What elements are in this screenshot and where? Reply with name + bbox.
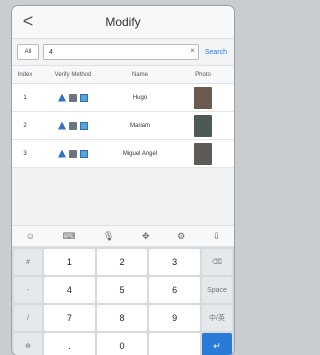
title-bar: < Modify: [12, 6, 234, 39]
backspace-key[interactable]: ⌫: [202, 249, 232, 275]
fingerprint-icon: [58, 149, 66, 158]
verify-methods: [38, 93, 108, 102]
table-header: Index Verify Method Name Photo: [12, 66, 234, 84]
device-screen: < Modify All 4 × Search Index Verify Met…: [12, 6, 234, 355]
key-5[interactable]: 5: [96, 277, 148, 303]
enter-key[interactable]: ↵: [202, 333, 232, 355]
key-period[interactable]: .: [44, 333, 95, 355]
page-title: Modify: [105, 15, 141, 29]
verify-methods: [38, 149, 108, 158]
key-1[interactable]: 1: [44, 249, 95, 275]
search-input-value: 4: [49, 48, 53, 56]
key-4[interactable]: 4: [44, 277, 95, 303]
key-3[interactable]: 3: [149, 249, 200, 275]
key-6[interactable]: 6: [149, 277, 200, 303]
language-toggle-key[interactable]: 中/英: [202, 305, 232, 331]
key-blank[interactable]: [149, 333, 200, 355]
space-key[interactable]: Space: [202, 277, 232, 303]
keyboard-toolbar: ☺ ⌨ 🎙 ✥ ⚙ ⇩: [12, 225, 234, 247]
fingerprint-icon: [58, 121, 66, 130]
search-row: All 4 × Search: [12, 39, 234, 66]
user-photo: [194, 114, 212, 137]
row-index: 2: [23, 122, 27, 129]
results-table: Index Verify Method Name Photo 1 Hugo 2 …: [12, 66, 234, 168]
globe-key[interactable]: ⊕: [14, 333, 42, 355]
keyboard-icon[interactable]: ⌨: [63, 231, 76, 242]
password-icon: [80, 149, 88, 158]
key-2[interactable]: 2: [96, 249, 148, 275]
key-9[interactable]: 9: [149, 305, 200, 331]
row-name: Mariam: [129, 122, 150, 129]
user-photo: [194, 142, 212, 165]
key-slash[interactable]: /: [14, 305, 42, 331]
emoji-icon[interactable]: ☺: [26, 231, 35, 241]
user-photo: [194, 86, 212, 109]
key-dash[interactable]: -: [14, 277, 42, 303]
table-row[interactable]: 2 Mariam: [12, 112, 234, 140]
column-verify-method: Verify Method: [54, 71, 92, 78]
key-8[interactable]: 8: [96, 305, 148, 331]
hide-keyboard-icon[interactable]: ⇩: [213, 231, 221, 242]
search-input[interactable]: 4 ×: [43, 44, 199, 60]
password-icon: [80, 93, 88, 102]
fingerprint-icon: [58, 93, 66, 102]
settings-icon[interactable]: ⚙: [177, 231, 185, 242]
column-name: Name: [131, 71, 148, 78]
table-row[interactable]: 1 Hugo: [12, 84, 234, 112]
column-index: Index: [17, 71, 33, 78]
table-row[interactable]: 3 Miguel Angel: [12, 140, 234, 168]
search-button[interactable]: Search: [203, 49, 229, 56]
back-button[interactable]: <: [18, 11, 38, 32]
move-icon[interactable]: ✥: [142, 231, 150, 242]
row-index: 1: [23, 94, 27, 101]
search-scope-selector[interactable]: All: [17, 44, 39, 60]
row-name: Miguel Angel: [122, 150, 158, 157]
card-icon: [69, 93, 77, 102]
clear-icon[interactable]: ×: [190, 46, 195, 55]
card-icon: [69, 121, 77, 130]
verify-methods: [38, 121, 108, 130]
card-icon: [69, 149, 77, 158]
key-hash[interactable]: #: [14, 249, 42, 275]
empty-list-area: [12, 168, 234, 225]
row-name: Hugo: [132, 94, 148, 101]
key-7[interactable]: 7: [44, 305, 95, 331]
mic-icon[interactable]: 🎙: [103, 231, 114, 242]
password-icon: [80, 121, 88, 130]
key-0[interactable]: 0: [96, 333, 148, 355]
row-index: 3: [23, 150, 27, 157]
column-photo: Photo: [195, 71, 211, 78]
numeric-keypad: # 1 2 3 ⌫ - 4 5 6 Space / 7 8 9 中/英 ⊕ . …: [12, 247, 234, 355]
